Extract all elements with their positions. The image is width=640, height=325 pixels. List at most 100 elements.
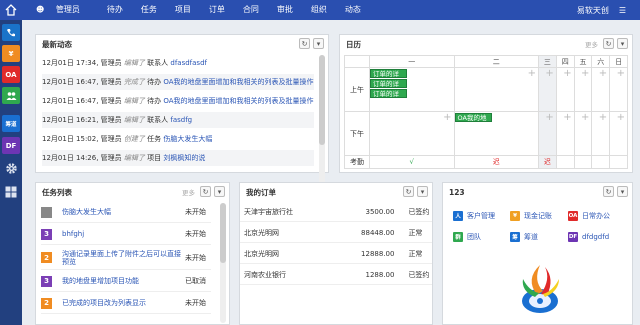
feed-link[interactable]: OA我的地盘里面增加和我相关的列表及批量操作 [163,78,313,86]
nav-project[interactable]: 项目 [166,0,200,20]
app-book[interactable]: 筹 筹道 [510,232,538,242]
chevron-down-icon[interactable]: ▾ [313,38,324,49]
more-link[interactable]: 更多 [585,39,598,49]
tasks-scrollbar[interactable] [220,203,226,323]
task-title[interactable]: 沟通记录里面上传了附件之后可以直接预览 [62,250,185,266]
task-title[interactable]: 已完成的项目改为列表显示 [62,299,185,307]
user-menu[interactable]: ☻ 管理员 [30,0,98,20]
add-icon[interactable]: + [599,68,607,79]
refresh-icon[interactable]: ↻ [603,186,614,197]
calendar-cell[interactable]: + [609,67,628,112]
menu-icon[interactable]: ☰ [619,6,626,15]
add-icon[interactable]: + [545,112,553,123]
task-row[interactable]: 2 沟通记录里面上传了附件之后可以直接预览 未开始 [41,246,211,270]
add-icon[interactable]: + [617,112,625,123]
feed-link[interactable]: OA我的地盘里面增加和我相关的列表及批量操作 [163,97,313,105]
order-row[interactable]: 北京光明网 12888.00 正常 [240,244,432,264]
order-customer[interactable]: 天津宇宙旅行社 [240,207,340,217]
calendar-cell[interactable]: + [573,111,593,156]
task-title[interactable]: bhfghj [62,230,185,238]
calendar-cell[interactable]: + [538,67,557,112]
add-icon[interactable]: + [528,68,536,79]
task-row[interactable]: 伤脑大发生大幅 未开始 [41,202,211,223]
task-title[interactable]: 伤脑大发生大幅 [62,208,185,216]
calendar-cell[interactable]: + [573,67,593,112]
chevron-down-icon[interactable]: ▾ [214,186,225,197]
task-status: 未开始 [185,230,206,238]
calendar-cell[interactable]: + [538,111,557,156]
more-link[interactable]: 更多 [182,187,195,197]
order-status: 正常 [408,228,423,237]
feed-link[interactable]: 刘枫枫知的说 [163,154,205,162]
order-row[interactable]: 天津宇宙旅行社 3500.00 已签约 [240,202,432,222]
add-icon[interactable]: + [545,68,553,79]
book-icon[interactable]: 筹道 [2,115,20,132]
yen-icon[interactable]: ¥ [2,45,20,62]
oa-icon[interactable]: OA [2,66,20,83]
gear-icon[interactable] [2,160,20,177]
feed-link[interactable]: 伤脑大发生大幅 [163,135,212,143]
add-icon[interactable]: + [563,68,571,79]
task-title[interactable]: 我的地盘里增加项目功能 [62,277,185,285]
calendar-cell[interactable]: + [369,111,455,156]
feed-link[interactable]: dfasdfasdf [170,59,207,67]
app-logo[interactable] [0,0,22,20]
task-row[interactable]: 3 bhfghj 未开始 [41,224,211,245]
refresh-icon[interactable]: ↻ [200,186,211,197]
calendar-cell[interactable]: + [453,67,540,112]
nav-organization[interactable]: 组织 [302,0,336,20]
order-row[interactable]: 北京光明网 88448.00 正常 [240,223,432,243]
add-icon[interactable]: + [581,68,589,79]
calendar-cell[interactable]: + [591,111,611,156]
chevron-down-icon[interactable]: ▾ [617,186,628,197]
feed-item: 12月01日 16:47, 管理员 完成了 待办 OA我的地盘里面增加和我相关的… [42,74,314,90]
nav-contract[interactable]: 合同 [234,0,268,20]
add-icon[interactable]: + [581,112,589,123]
scrollbar-thumb[interactable] [220,203,226,263]
nav-approval[interactable]: 审批 [268,0,302,20]
calendar-cell[interactable]: + [555,111,575,156]
df-icon[interactable]: DF [2,137,20,154]
grid-icon[interactable] [2,183,20,200]
calendar-event[interactable]: 订单的详 [370,79,407,88]
scrollbar-thumb[interactable] [319,55,325,145]
app-customers[interactable]: 人 客户管理 [453,211,495,221]
app-office[interactable]: OA 日常办公 [568,211,610,221]
nav-todo[interactable]: 待办 [98,0,132,20]
calendar-cell[interactable]: OA我的地 [453,111,540,156]
nav-task[interactable]: 任务 [132,0,166,20]
calendar-event[interactable]: 订单的详 [370,89,407,98]
refresh-icon[interactable]: ↻ [603,38,614,49]
order-row[interactable]: 河南农业银行 1288.00 已签约 [240,265,432,285]
company-name[interactable]: 易软天创 [577,5,609,16]
phone-icon[interactable] [2,24,20,41]
order-customer[interactable]: 河南农业银行 [240,270,340,280]
nav-activity[interactable]: 动态 [336,0,370,20]
calendar-event[interactable]: 订单的详 [370,69,407,78]
add-icon[interactable]: + [563,112,571,123]
calendar-cell[interactable]: + [555,67,575,112]
add-icon[interactable]: + [599,112,607,123]
add-icon[interactable]: + [443,112,451,123]
calendar-event[interactable]: OA我的地 [454,113,492,122]
calendar-cell[interactable]: + [591,67,611,112]
chevron-down-icon[interactable]: ▾ [417,186,428,197]
app-team[interactable]: 群 团队 [453,232,481,242]
app-df[interactable]: DF dfdgdfd [568,232,609,242]
nav-order[interactable]: 订单 [200,0,234,20]
chevron-down-icon[interactable]: ▾ [617,38,628,49]
refresh-icon[interactable]: ↻ [403,186,414,197]
calendar-cell[interactable]: + [609,111,628,156]
app-cash[interactable]: ¥ 现金记账 [510,211,552,221]
feed-link[interactable]: fasdfg [170,116,192,124]
task-row[interactable]: 2 已完成的项目改为列表显示 未开始 [41,293,211,314]
calendar-cell[interactable]: 订单的详 订单的详 订单的详 [369,67,455,112]
add-icon[interactable]: + [617,68,625,79]
team-icon[interactable] [2,87,20,104]
calendar-grid: 一 二 三 四 五 六 日 上午 订单的详 订单的详 订单的详 + + + + … [344,55,628,169]
refresh-icon[interactable]: ↻ [299,38,310,49]
task-row[interactable]: 3 我的地盘里增加项目功能 已取消 [41,271,211,292]
order-customer[interactable]: 北京光明网 [240,249,340,259]
order-amount: 12888.00 [361,249,395,258]
order-customer[interactable]: 北京光明网 [240,228,340,238]
